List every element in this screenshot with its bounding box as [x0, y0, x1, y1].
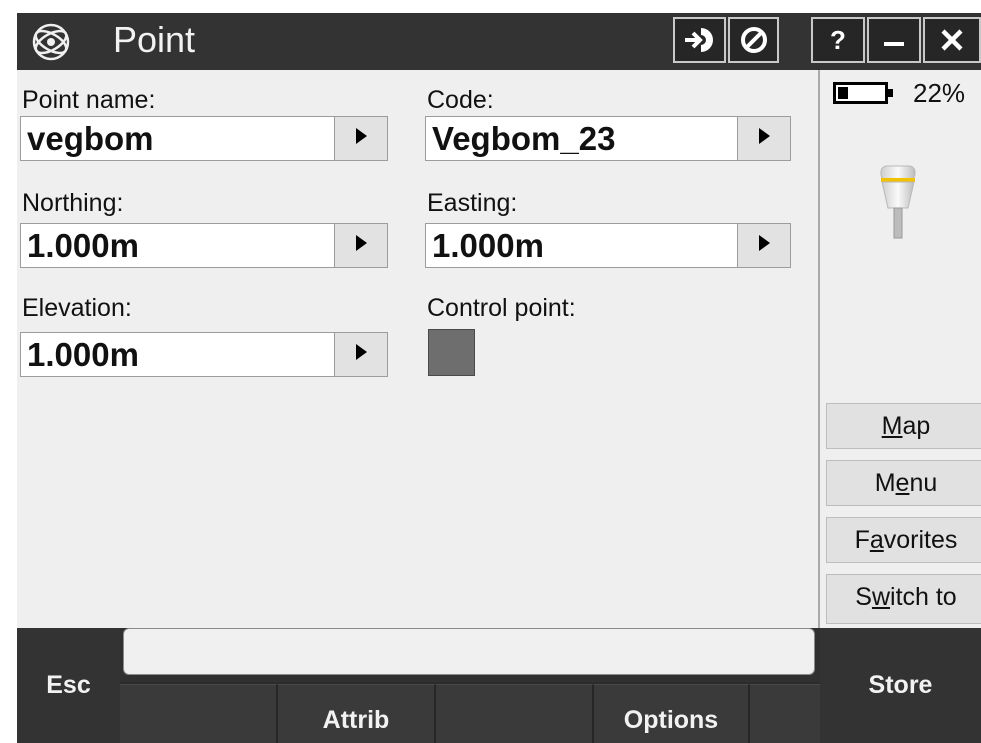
favorites-button[interactable]: Favorites [826, 517, 981, 563]
softkey-5[interactable] [750, 684, 820, 743]
code-value: Vegbom_23 [432, 120, 616, 157]
arrow-right-icon [354, 127, 368, 150]
softkey-3[interactable] [436, 684, 594, 743]
switch-to-label-post: itch to [890, 583, 957, 611]
northing-value: 1.000m [27, 227, 139, 264]
elevation-popup-button[interactable] [334, 332, 388, 377]
northing-label: Northing: [22, 189, 124, 217]
bottom-bar: Esc Attrib Options Store [17, 628, 981, 743]
elevation-field[interactable]: 1.000m [20, 332, 388, 377]
esc-button[interactable]: Esc [17, 628, 120, 743]
switch-to-button[interactable]: Switch to [826, 574, 981, 624]
point-name-label: Point name: [22, 86, 156, 114]
map-label-post: ap [902, 412, 931, 440]
arrow-right-icon [354, 343, 368, 366]
arrow-right-icon [757, 234, 771, 257]
attrib-button[interactable]: Attrib [278, 684, 436, 743]
cancel-form-button[interactable] [728, 17, 779, 63]
arrow-right-icon [757, 127, 771, 150]
easting-popup-button[interactable] [737, 223, 791, 268]
minimize-button[interactable] [867, 17, 921, 63]
switch-to-label-pre: S [855, 583, 872, 611]
menu-button[interactable]: Menu [826, 460, 981, 506]
code-field[interactable]: Vegbom_23 [425, 116, 791, 161]
title-bar: Point ? [17, 13, 981, 70]
point-name-field[interactable]: vegbom [20, 116, 388, 161]
easting-field[interactable]: 1.000m [425, 223, 791, 268]
northing-field[interactable]: 1.000m [20, 223, 388, 268]
switch-to-accelerator: w [871, 583, 891, 611]
close-icon [940, 28, 964, 52]
status-panel: 22% Map Menu Favorites Switch to [820, 70, 981, 628]
easting-value: 1.000m [432, 227, 544, 264]
arrow-right-icon [354, 234, 368, 257]
map-button[interactable]: Map [826, 403, 981, 449]
map-accelerator: M [881, 412, 903, 440]
menu-label-pre: M [874, 469, 896, 497]
elevation-label: Elevation: [22, 294, 132, 322]
menu-label-post: nu [909, 469, 938, 497]
gnss-receiver-icon[interactable] [878, 162, 918, 247]
next-form-icon [683, 25, 717, 55]
code-popup-button[interactable] [737, 116, 791, 161]
softkey-1[interactable] [120, 684, 278, 743]
point-name-value: vegbom [27, 120, 154, 157]
window-title: Point [113, 19, 196, 60]
favorites-accelerator: a [869, 526, 884, 554]
battery-percent: 22% [913, 78, 966, 108]
help-button[interactable]: ? [811, 17, 865, 63]
favorites-label-post: vorites [883, 526, 958, 554]
point-form: Point name: vegbom Code: Vegbom_23 North… [17, 70, 820, 628]
next-form-button[interactable] [673, 17, 726, 63]
elevation-value: 1.000m [27, 336, 139, 373]
northing-popup-button[interactable] [334, 223, 388, 268]
control-point-checkbox[interactable] [428, 329, 475, 376]
softkey-bar: Attrib Options [120, 684, 820, 743]
easting-label: Easting: [427, 189, 518, 217]
cancel-form-icon [740, 26, 768, 54]
close-button[interactable] [923, 17, 981, 63]
status-message-box [123, 628, 815, 675]
battery-icon [833, 82, 895, 109]
help-icon: ? [830, 24, 846, 55]
menu-accelerator: e [895, 469, 910, 497]
store-button[interactable]: Store [820, 628, 981, 743]
point-name-popup-button[interactable] [334, 116, 388, 161]
code-label: Code: [427, 86, 494, 114]
favorites-label-pre: F [854, 526, 870, 554]
options-button[interactable]: Options [594, 684, 750, 743]
control-point-label: Control point: [427, 294, 576, 322]
minimize-icon [882, 28, 906, 52]
message-area [120, 628, 820, 682]
trimble-globe-icon[interactable] [27, 19, 75, 64]
